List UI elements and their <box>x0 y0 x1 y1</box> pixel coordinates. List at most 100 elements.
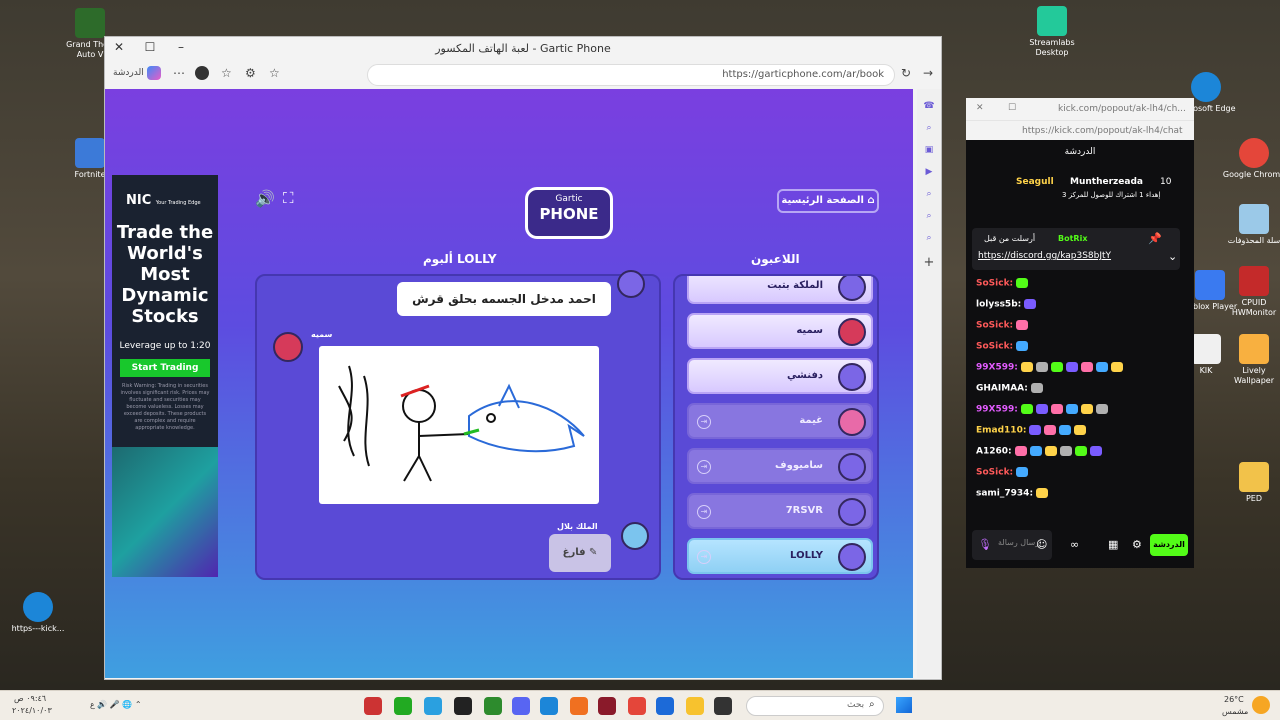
forward-icon[interactable]: → <box>923 66 933 80</box>
pinned-user: BotRix <box>1058 234 1088 243</box>
chat-message[interactable]: SoSick: <box>976 278 1029 289</box>
search-icon[interactable]: ⌕ <box>917 233 941 243</box>
taskbar-app-icon[interactable] <box>484 697 502 715</box>
chat-message[interactable]: 99X599: <box>976 362 1123 373</box>
chat-username[interactable]: SoSick: <box>976 468 1013 478</box>
desktop-icon-recycle-bin[interactable]: سلة المحذوفات <box>1222 204 1280 246</box>
volume-icon[interactable]: 🔊 <box>255 189 275 208</box>
pinned-message[interactable]: أرسلت من قبل BotRix 📌 https://discord.gg… <box>972 228 1180 270</box>
desktop-icon-ped[interactable]: PED <box>1222 462 1280 504</box>
avatar <box>617 270 645 298</box>
taskbar-app-icon[interactable] <box>540 697 558 715</box>
sidebar-icon[interactable]: ▣ <box>917 145 941 155</box>
player-row[interactable]: 7RSVR ⇥ <box>687 493 873 529</box>
taskbar-app-icon[interactable] <box>512 697 530 715</box>
ad-banner[interactable]: NIC Your Trading Edge Trade the World's … <box>112 175 218 577</box>
chat-message[interactable]: A1260: <box>976 446 1102 457</box>
taskbar-app-icon[interactable] <box>598 697 616 715</box>
profile-icon[interactable] <box>195 66 209 80</box>
chat-username[interactable]: GHAIMAA: <box>976 384 1028 394</box>
taskbar-app-icon[interactable] <box>656 697 674 715</box>
kick-player-icon[interactable]: ⇥ <box>697 505 711 519</box>
add-icon[interactable]: + <box>917 255 941 270</box>
sidebar-icon[interactable]: ☎ <box>917 101 941 111</box>
taskbar-search[interactable]: بحث ⌕ <box>746 696 884 716</box>
chat-message[interactable]: SoSick: <box>976 320 1029 331</box>
favorites-icon[interactable]: ☆ <box>221 66 232 80</box>
taskbar-app-icon[interactable] <box>364 697 382 715</box>
chat-username[interactable]: 99X599: <box>976 405 1018 415</box>
chat-message[interactable]: SoSick: <box>976 467 1029 478</box>
pinned-link[interactable]: https://discord.gg/kap3S8bJtY <box>978 251 1111 261</box>
chat-message[interactable]: SoSick: <box>976 341 1029 352</box>
star-icon[interactable]: ☆ <box>269 66 280 80</box>
start-icon[interactable] <box>896 697 912 713</box>
popout-title-bar: ✕ ☐ kick.com/popout/ak-lh4/ch... <box>966 98 1194 120</box>
maximize-icon[interactable]: ☐ <box>1008 103 1016 113</box>
weather-icon[interactable] <box>1252 696 1270 714</box>
chat-username[interactable]: SoSick: <box>976 279 1013 289</box>
more-icon[interactable]: ⋯ <box>173 66 185 80</box>
copilot-icon[interactable] <box>147 66 161 80</box>
url-field[interactable]: https://garticphone.com/ar/book <box>367 64 895 86</box>
desktop-icon-hwmonitor[interactable]: CPUID HWMonitor <box>1222 266 1280 318</box>
home-icon: ⌂ <box>867 195 875 206</box>
sidebar-icon[interactable]: ▶ <box>917 167 941 177</box>
player-row[interactable]: الملكة بتبت <box>687 276 873 304</box>
taskbar-app-icon[interactable] <box>686 697 704 715</box>
taskbar-app-icon[interactable] <box>628 697 646 715</box>
player-row[interactable]: سميه <box>687 313 873 349</box>
pin-icon[interactable]: 📌 <box>1148 232 1162 245</box>
search-icon[interactable]: ⌕ <box>917 123 941 133</box>
chevron-down-icon[interactable]: ⌄ <box>1168 250 1177 263</box>
chat-username[interactable]: 99X599: <box>976 363 1018 373</box>
extensions-icon[interactable]: ⚙ <box>245 66 256 80</box>
chat-label[interactable]: الدردشة <box>113 68 144 78</box>
desktop-icon-kick-link[interactable]: https---kick... <box>6 592 70 634</box>
taskbar-app-icon[interactable] <box>394 697 412 715</box>
album-panel[interactable]: احمد مدخل الجسمه بحلق قرش سميه الملك بلا… <box>255 270 661 580</box>
send-chat-button[interactable]: الدردشة <box>1150 534 1188 556</box>
player-row[interactable]: ساميووف ⇥ <box>687 448 873 484</box>
taskbar-app-icon[interactable] <box>454 697 472 715</box>
search-icon[interactable]: ⌕ <box>917 211 941 221</box>
taskbar-app-icon[interactable] <box>714 697 732 715</box>
chat-message[interactable]: 99X599: <box>976 404 1108 415</box>
empty-button[interactable]: فارغ ✎ <box>549 534 611 572</box>
home-button[interactable]: الصفحة الرئيسية ⌂ <box>777 189 879 213</box>
desktop-icon-lively[interactable]: Lively Wallpaper <box>1222 334 1280 386</box>
close-icon[interactable]: ✕ <box>976 103 984 113</box>
chat-message[interactable]: GHAIMAA: <box>976 383 1043 394</box>
chat-message[interactable]: sami_7934: <box>976 488 1049 499</box>
emoji-icon[interactable]: ☺ <box>1036 538 1047 551</box>
chat-username[interactable]: SoSick: <box>976 342 1013 352</box>
taskbar-app-icon[interactable] <box>570 697 588 715</box>
chat-message[interactable]: Emad110: <box>976 425 1087 436</box>
desktop-icon-streamlabs[interactable]: Streamlabs Desktop <box>1020 6 1084 58</box>
search-icon[interactable]: ⌕ <box>917 189 941 199</box>
tray-icons[interactable]: ع 🔊 🎤 🌐 ⌃ <box>90 700 142 709</box>
start-trading-button[interactable]: Start Trading <box>120 359 210 377</box>
player-row[interactable]: LOLLY ⇥ <box>687 538 873 574</box>
taskbar-app-icon[interactable] <box>424 697 442 715</box>
store-icon[interactable]: ▦ <box>1108 538 1118 551</box>
chat-username[interactable]: Emad110: <box>976 426 1026 436</box>
kick-player-icon[interactable]: ⇥ <box>697 550 711 564</box>
chat-username[interactable]: lolyss5b: <box>976 300 1021 310</box>
ad-headline: Trade the World's Most Dynamic Stocks <box>116 222 214 327</box>
fullscreen-icon[interactable]: ⛶ <box>283 189 294 207</box>
chat-username[interactable]: SoSick: <box>976 321 1013 331</box>
popout-url[interactable]: https://kick.com/popout/ak-lh4/chat <box>1022 126 1183 136</box>
cast-icon[interactable]: ∞ <box>1070 538 1079 551</box>
refresh-icon[interactable]: ↻ <box>901 66 911 80</box>
chat-username[interactable]: A1260: <box>976 447 1012 457</box>
kick-player-icon[interactable]: ⇥ <box>697 415 711 429</box>
chat-message[interactable]: lolyss5b: <box>976 299 1037 310</box>
chat-username[interactable]: sami_7934: <box>976 489 1033 499</box>
player-row[interactable]: دفنشي <box>687 358 873 394</box>
settings-icon[interactable]: ⚙ <box>1132 538 1142 551</box>
player-row[interactable]: غيمة ⇥ <box>687 403 873 439</box>
desktop-icon-chrome[interactable]: Google Chrome <box>1222 138 1280 180</box>
sub-banner: Seagull Muntherzeada 10 إهداء 1 اشتراك ل… <box>986 174 1186 206</box>
kick-player-icon[interactable]: ⇥ <box>697 460 711 474</box>
